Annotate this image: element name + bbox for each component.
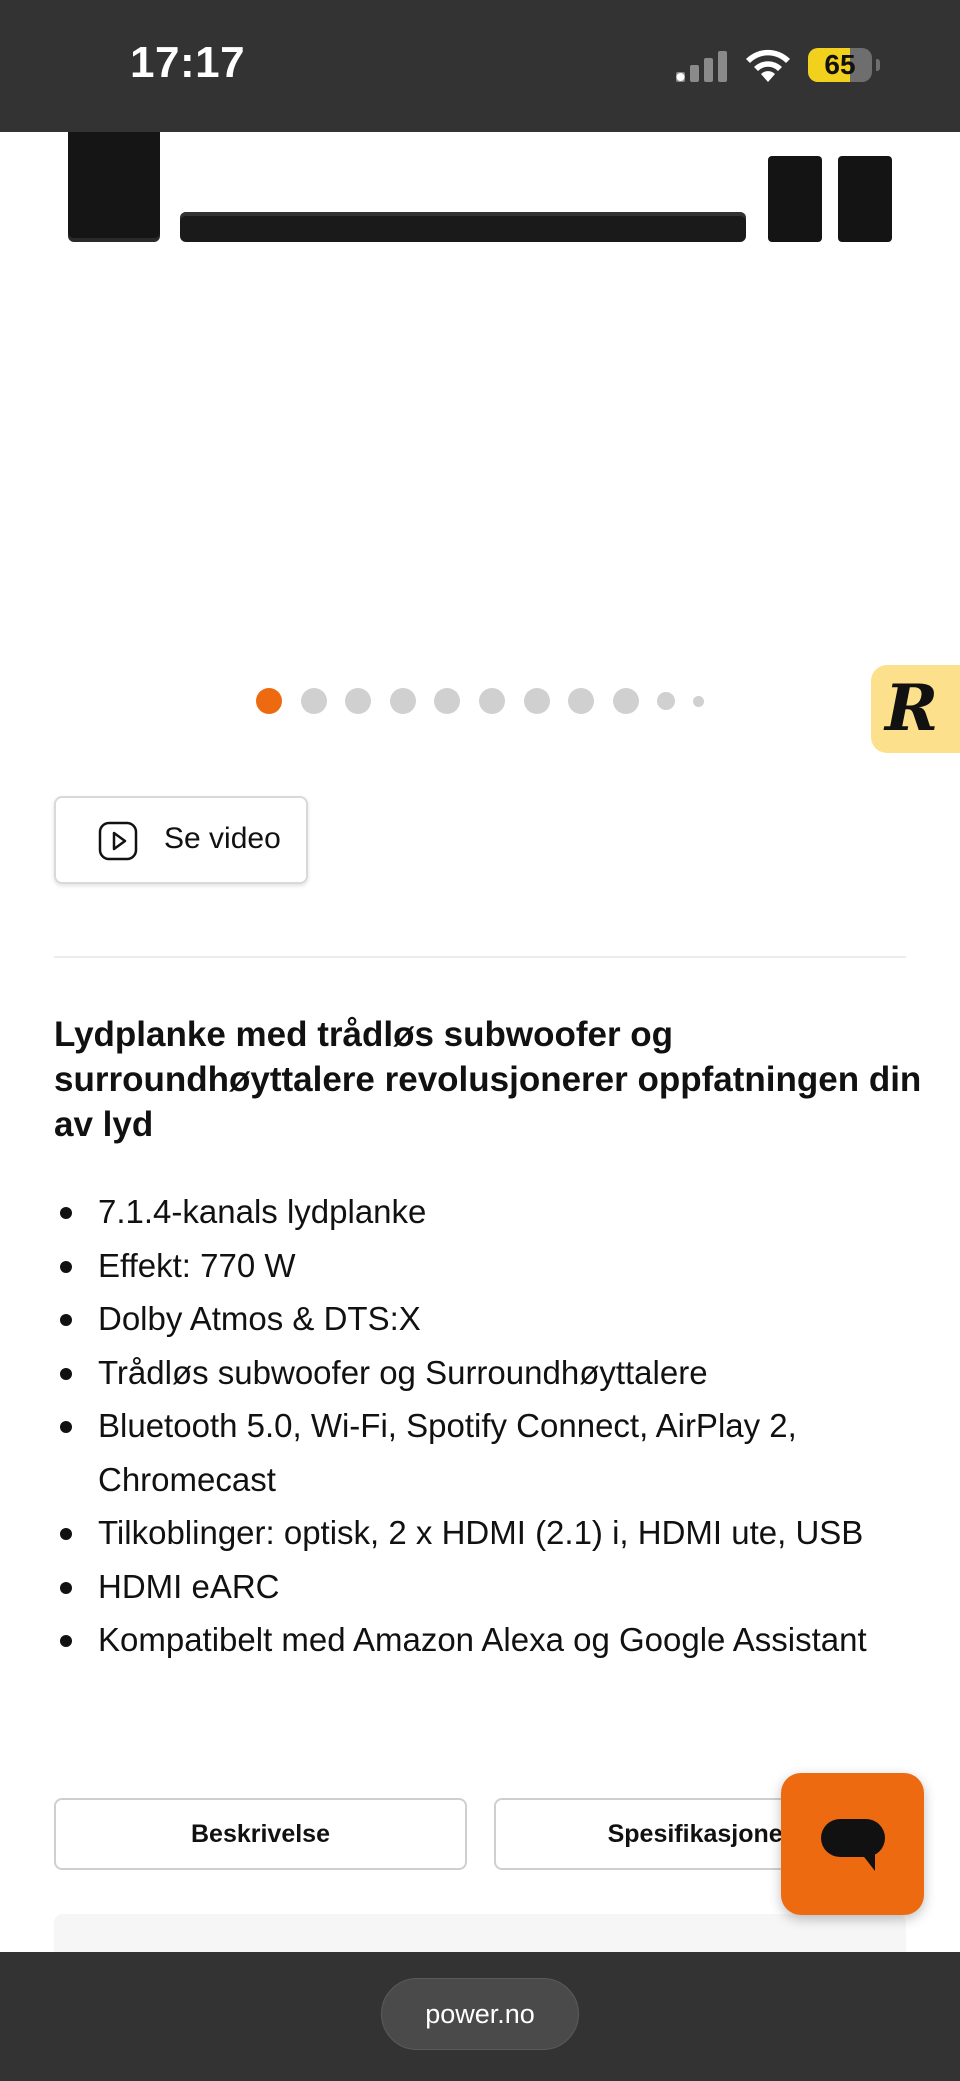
r-badge-button[interactable]: R <box>871 665 960 753</box>
feature-item: Trådløs subwoofer og Surroundhøyttalere <box>54 1346 914 1400</box>
gallery-dot[interactable] <box>256 688 282 714</box>
r-logo-icon: R <box>885 671 939 746</box>
see-video-label: Se video <box>164 822 281 855</box>
gallery-dot[interactable] <box>345 688 372 714</box>
gallery-dot[interactable] <box>523 688 550 714</box>
browser-bottom-bar: power.no <box>0 1952 960 2081</box>
feature-item: Dolby Atmos & DTS:X <box>54 1292 914 1346</box>
cellular-signal-icon <box>676 51 727 82</box>
chat-bubble-icon <box>821 1819 885 1871</box>
battery-icon: 65 <box>808 48 880 82</box>
soundbar-image <box>180 212 746 242</box>
gallery-dot[interactable] <box>568 688 595 714</box>
gallery-dot[interactable] <box>656 692 675 710</box>
feature-item: HDMI eARC <box>54 1560 914 1614</box>
subwoofer-image <box>68 132 160 238</box>
gallery-dot[interactable] <box>612 688 639 714</box>
feature-item: 7.1.4-kanals lydplanke <box>54 1185 914 1239</box>
product-headline: Lydplanke med trådløs subwoofer og surro… <box>54 1015 922 1144</box>
content-panel <box>54 1914 906 1954</box>
wifi-icon <box>746 49 790 82</box>
description-tab-button[interactable]: Beskrivelse <box>54 1798 467 1870</box>
chat-button[interactable] <box>781 1773 924 1915</box>
rear-speaker-right-image <box>838 156 892 242</box>
rear-speaker-left-image <box>768 156 822 242</box>
product-image[interactable] <box>0 132 960 652</box>
see-video-button[interactable]: Se video <box>54 796 308 884</box>
gallery-dot[interactable] <box>479 688 505 714</box>
gallery-dot[interactable] <box>389 688 416 714</box>
status-bar: 17:17 65 <box>0 0 960 132</box>
feature-item: Effekt: 770 W <box>54 1239 914 1293</box>
status-time: 17:17 <box>130 38 246 87</box>
play-icon <box>98 821 138 861</box>
gallery-pagination[interactable] <box>0 686 960 716</box>
gallery-dot[interactable] <box>434 688 461 714</box>
gallery-dot[interactable] <box>693 695 705 707</box>
feature-item: Tilkoblinger: optisk, 2 x HDMI (2.1) i, … <box>54 1506 914 1560</box>
gallery-dot[interactable] <box>300 688 327 714</box>
battery-level: 65 <box>824 49 856 80</box>
feature-item: Bluetooth 5.0, Wi-Fi, Spotify Connect, A… <box>54 1399 914 1506</box>
feature-list: 7.1.4-kanals lydplanke Effekt: 770 W Dol… <box>54 1185 914 1667</box>
url-bar[interactable]: power.no <box>381 1978 579 2050</box>
feature-item: Kompatibelt med Amazon Alexa og Google A… <box>54 1613 914 1667</box>
section-divider <box>54 956 906 958</box>
